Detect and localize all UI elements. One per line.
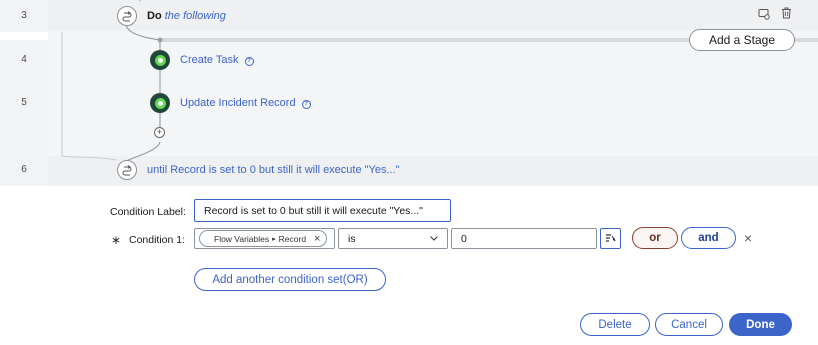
chevron-down-icon	[430, 236, 438, 241]
condition-1-caption: Condition 1:	[129, 234, 186, 246]
action-label: Update Incident Record	[180, 97, 296, 109]
delete-button[interactable]: Delete	[580, 313, 650, 336]
add-condition-set-button[interactable]: Add another condition set(OR)	[194, 268, 386, 291]
operator-value: is	[348, 232, 356, 245]
action-create-task[interactable]: Create Task?	[180, 54, 254, 66]
help-icon[interactable]: ?	[301, 100, 311, 109]
data-pill-picker-button[interactable]	[600, 228, 621, 249]
do-step-title[interactable]: Do the following	[147, 10, 226, 22]
loop-icon	[122, 165, 132, 176]
help-icon[interactable]: ?	[244, 57, 254, 66]
do-keyword: Do	[147, 10, 162, 22]
or-button[interactable]: or	[632, 227, 678, 249]
variable-pill[interactable]: Flow Variables ▸ Record ×	[199, 230, 328, 247]
data-picker-icon	[606, 234, 616, 242]
action-node-icon	[150, 93, 170, 113]
remove-pill-icon[interactable]: ×	[314, 233, 320, 245]
loop-step-icon[interactable]	[117, 6, 137, 26]
and-button[interactable]: and	[681, 227, 736, 249]
comment-settings-icon[interactable]	[758, 8, 770, 20]
action-node-icon	[150, 50, 170, 70]
action-label: Create Task	[180, 54, 239, 66]
condition-value-input[interactable]: 0	[451, 228, 597, 249]
trash-icon[interactable]	[781, 7, 792, 19]
condition-label-caption: Condition Label:	[110, 206, 186, 218]
until-condition-text[interactable]: until Record is set to 0 but still it wi…	[147, 164, 400, 176]
cancel-button[interactable]: Cancel	[655, 313, 723, 336]
condition-label-input[interactable]: Record is set to 0 but still it will exe…	[194, 199, 451, 222]
do-step-text: the following	[164, 10, 226, 22]
action-update-incident-record[interactable]: Update Incident Record?	[180, 97, 311, 109]
condition-variable-field[interactable]: Flow Variables ▸ Record ×	[194, 228, 335, 249]
required-mark: ∗	[111, 233, 122, 247]
pill-part2: Record	[278, 233, 307, 244]
loop-icon	[122, 11, 132, 22]
until-step-icon[interactable]	[117, 160, 137, 180]
done-button[interactable]: Done	[729, 313, 792, 336]
add-step-plus-icon[interactable]: +	[154, 127, 165, 138]
pill-separator: ▸	[272, 235, 276, 243]
pill-part1: Flow Variables	[214, 233, 270, 244]
add-stage-button[interactable]: Add a Stage	[689, 29, 795, 51]
remove-condition-icon[interactable]: ×	[744, 230, 752, 246]
condition-operator-select[interactable]: is	[338, 228, 448, 249]
